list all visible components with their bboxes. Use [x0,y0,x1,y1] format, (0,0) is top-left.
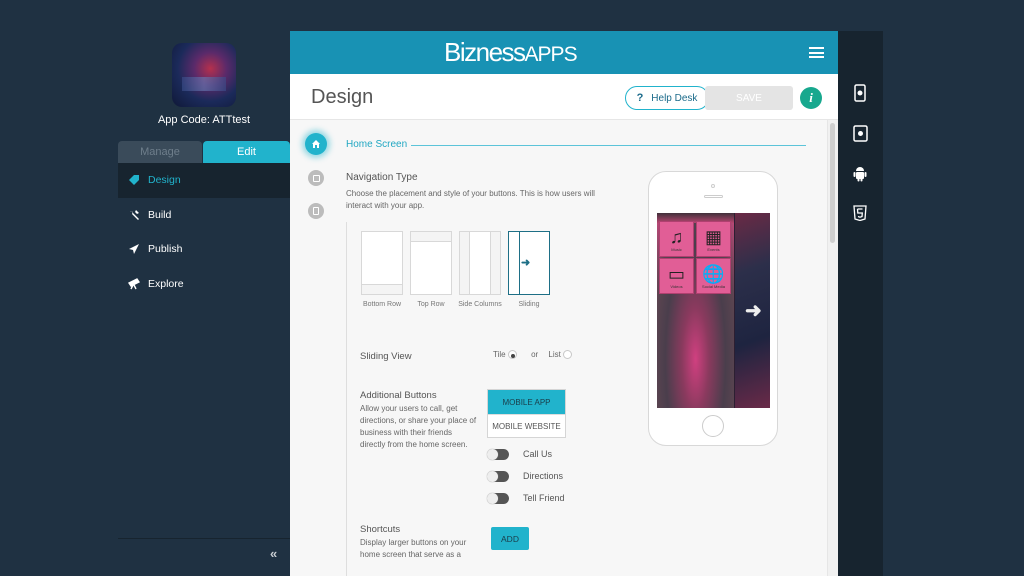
help-desk-button[interactable]: ? Help Desk [625,86,709,110]
preview-tile-events: ▦ Events [696,221,731,257]
video-camera-icon: ▭ [667,263,685,284]
tile-label: Social Media [702,283,725,289]
top-bar: BiznessAPPS [290,31,838,74]
sidebar-item-label: Build [148,208,172,221]
tile-label: Music [671,246,682,252]
navigation-type-heading: Navigation Type [346,172,418,183]
preview-tile-social-media: 🌐 Social Media [696,258,731,294]
help-desk-label: Help Desk [651,92,698,104]
phone-speaker [704,195,723,198]
tile-radio[interactable] [507,350,517,360]
preview-tile-music: ♫ Music [659,221,694,257]
music-icon: ♫ [669,226,684,247]
sidebar-item-build[interactable]: Build [118,198,290,233]
paper-plane-icon [128,243,140,255]
platform-bar [838,31,883,576]
tell-friend-toggle[interactable] [487,493,509,504]
logo-main-text: Bizness [444,37,526,67]
page-header: Design ? Help Desk SAVE i [290,74,838,120]
phone-preview: ♫ Music ▦ Events ▭ Videos 🌐 Social Media… [648,171,778,446]
section-title: Home Screen [346,139,408,150]
shortcuts-heading: Shortcuts [360,524,401,535]
tablet-icon [313,207,319,215]
wrench-icon [128,209,140,221]
app-code-label: App Code: ATTtest [157,114,251,126]
html5-icon[interactable] [850,203,870,223]
or-label: or [531,350,539,359]
step-2[interactable] [308,170,324,186]
tab-manage[interactable]: Manage [118,141,202,163]
info-icon[interactable]: i [800,87,822,109]
sliding-view-label: Sliding View [360,351,412,362]
sidebar: App Code: ATTtest Manage Edit Design Bui… [118,30,290,576]
calendar-icon: ▦ [704,226,722,247]
collapse-sidebar-button[interactable]: « [270,546,277,561]
question-icon: ? [636,92,644,104]
preview-tile-videos: ▭ Videos [659,258,694,294]
logo-sub-text: APPS [524,43,578,66]
sidebar-item-label: Publish [148,243,183,256]
directions-toggle[interactable] [487,471,509,482]
ipad-icon[interactable] [850,123,870,143]
toggle-label: Directions [523,471,564,481]
list-radio[interactable] [563,350,573,360]
tile-label: Events [707,246,720,252]
scrollbar-thumb[interactable] [830,123,835,243]
tile-label: Videos [670,283,683,289]
phone-camera [711,184,715,188]
biznessapps-logo: BiznessAPPS [444,37,578,68]
sidebar-item-design[interactable]: Design [118,163,290,198]
square-icon [312,174,320,182]
navigation-type-description: Choose the placement and style of your b… [346,189,595,210]
sidebar-nav: Design Build Publish Explore [118,163,290,301]
nav-option-side-columns[interactable] [459,231,501,295]
content-guide-line [346,222,347,576]
app-icon-image [172,43,236,107]
tag-icon [128,174,140,186]
save-button[interactable]: SAVE [705,86,793,110]
page-title: Design [311,86,374,108]
sidebar-item-label: Design [148,174,181,187]
sidebar-divider [118,538,290,539]
step-3[interactable] [308,203,324,219]
sidebar-item-explore[interactable]: Explore [118,267,290,302]
telescope-icon [128,277,140,290]
nav-option-bottom-row[interactable] [361,231,403,295]
sidebar-item-publish[interactable]: Publish [118,232,290,267]
nav-option-sliding[interactable]: ➜ [508,231,550,295]
list-label: List [548,350,561,359]
nav-option-top-row[interactable] [410,231,452,295]
step-home-screen[interactable] [305,133,327,155]
section-divider [411,145,806,146]
mode-tabs: Manage Edit [118,141,290,163]
android-icon[interactable] [850,163,870,183]
platform-segmented-control: MOBILE APP MOBILE WEBSITE [487,389,566,438]
sliding-view-options: Tile or List [493,350,573,360]
toggle-label: Tell Friend [523,493,565,503]
app-window: App Code: ATTtest Manage Edit Design Bui… [0,0,1024,576]
preview-screen: ♫ Music ▦ Events ▭ Videos 🌐 Social Media… [657,213,770,408]
arrow-right-icon: ➜ [745,300,762,322]
sidebar-item-label: Explore [148,277,184,290]
additional-buttons-heading: Additional Buttons [360,390,437,401]
mobile-website-option[interactable]: MOBILE WEBSITE [488,414,565,438]
tile-label: Tile [493,350,506,359]
shortcuts-description: Display larger buttons on your home scre… [360,538,467,559]
hamburger-menu-icon[interactable] [809,47,824,58]
arrow-right-icon: ➜ [521,257,531,269]
nav-option-label: Sliding [518,301,540,308]
toggle-label: Call Us [523,449,553,459]
tab-edit[interactable]: Edit [203,141,290,163]
main-panel: BiznessAPPS Design ? Help Desk SAVE i Ho… [290,31,838,576]
globe-icon: 🌐 [702,263,725,284]
iphone-icon[interactable] [850,83,870,103]
call-us-toggle[interactable] [487,449,509,460]
mobile-app-option[interactable]: MOBILE APP [488,390,565,414]
phone-home-button [702,415,724,437]
add-shortcut-button[interactable]: ADD [491,527,529,550]
additional-buttons-description: Allow your users to call, get directions… [360,404,477,449]
home-icon [312,140,320,148]
